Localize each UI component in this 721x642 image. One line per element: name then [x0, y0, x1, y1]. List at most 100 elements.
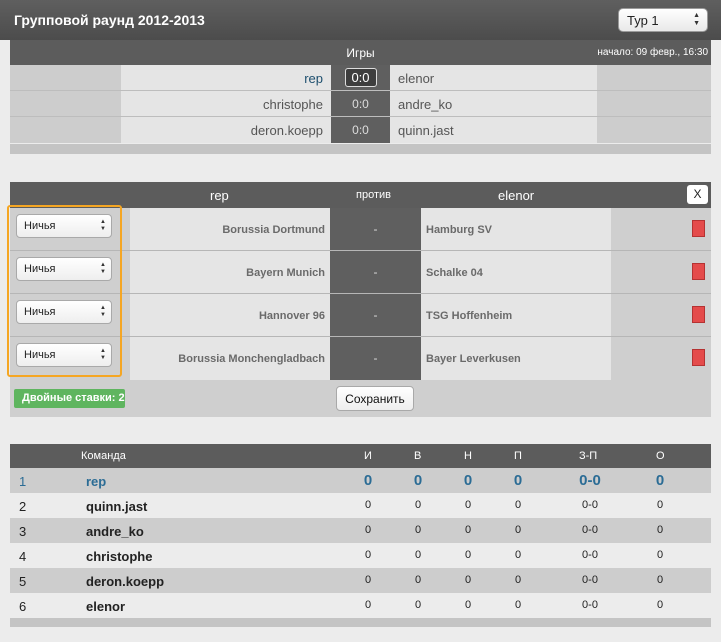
col-goals: З-П	[579, 450, 598, 462]
up-down-arrows-icon: ▲ ▼	[693, 12, 700, 27]
game-row[interactable]: deron.koepp 0:0 quinn.jast	[10, 117, 711, 143]
page-title: Групповой раунд 2012-2013	[14, 12, 205, 28]
tour-select-value: Тур 1	[627, 13, 659, 28]
won: 0	[414, 524, 422, 536]
played: 0	[364, 549, 372, 561]
game-score: 0:0	[331, 117, 390, 143]
tour-select[interactable]: Тур 1 ▲ ▼	[618, 8, 708, 32]
bet-away-team: Hamburg SV	[421, 208, 611, 251]
rank: 6	[19, 599, 27, 614]
draw: 0	[464, 599, 472, 611]
game-row-right-cell	[597, 91, 711, 117]
game-home-player: christophe	[121, 91, 331, 117]
goals: 0-0	[579, 472, 601, 489]
bet-away-team: TSG Hoffenheim	[421, 294, 611, 337]
team-name[interactable]: rep	[86, 474, 106, 489]
save-button[interactable]: Сохранить	[336, 386, 414, 411]
goals: 0-0	[582, 524, 598, 536]
rank: 5	[19, 574, 27, 589]
goals: 0-0	[582, 574, 598, 586]
col-points: О	[656, 450, 665, 462]
table-row[interactable]: 5 deron.koepp 0 0 0 0 0-0 0	[10, 568, 711, 593]
won: 0	[414, 574, 422, 586]
game-home-player: deron.koepp	[121, 117, 331, 143]
points: 0	[656, 599, 664, 611]
bet-result: -	[330, 337, 421, 380]
red-flag-icon	[692, 263, 705, 280]
col-lost: П	[514, 450, 522, 462]
game-row-left-cell	[10, 91, 121, 117]
games-header: Игры начало: 09 февр., 16:30	[10, 40, 711, 65]
team-name[interactable]: quinn.jast	[86, 499, 147, 514]
lost: 0	[514, 574, 522, 586]
game-score: 0:0	[331, 91, 390, 117]
points: 0	[656, 524, 664, 536]
bet-choices-highlight	[7, 205, 122, 377]
lost: 0	[514, 549, 522, 561]
points: 0	[655, 472, 665, 489]
lost: 0	[514, 524, 522, 536]
game-away-player: quinn.jast	[390, 117, 597, 143]
team-name[interactable]: andre_ko	[86, 524, 144, 539]
red-flag-icon	[692, 349, 705, 366]
draw: 0	[464, 549, 472, 561]
rank: 2	[19, 499, 27, 514]
won: 0	[413, 472, 423, 489]
game-away-player: elenor	[390, 65, 597, 91]
red-flag-icon	[692, 306, 705, 323]
table-row[interactable]: 6 elenor 0 0 0 0 0-0 0	[10, 593, 711, 618]
lost: 0	[514, 599, 522, 611]
col-draw: Н	[464, 450, 472, 462]
table-row[interactable]: 4 christophe 0 0 0 0 0-0 0	[10, 543, 711, 568]
team-name[interactable]: deron.koepp	[86, 574, 164, 589]
double-bets-badge: Двойные ставки: 2	[14, 389, 125, 408]
rank: 4	[19, 549, 27, 564]
bet-home-team: Borussia Dortmund	[130, 208, 330, 251]
points: 0	[656, 549, 664, 561]
draw: 0	[463, 472, 473, 489]
game-row-right-cell	[597, 117, 711, 143]
games-start-time: начало: 09 февр., 16:30	[597, 47, 708, 58]
draw: 0	[464, 574, 472, 586]
won: 0	[414, 599, 422, 611]
game-row[interactable]: christophe 0:0 andre_ko	[10, 91, 711, 117]
played: 0	[364, 599, 372, 611]
rank: 1	[19, 474, 27, 489]
bet-result: -	[330, 208, 421, 251]
bet-home-team: Borussia Monchengladbach	[130, 337, 330, 380]
col-team: Команда	[81, 450, 126, 462]
played: 0	[364, 499, 372, 511]
game-score-cell: 0:0	[331, 65, 390, 91]
bet-home-team: Bayern Munich	[130, 251, 330, 294]
goals: 0-0	[582, 499, 598, 511]
standings-footer	[10, 618, 711, 627]
table-row[interactable]: 3 andre_ko 0 0 0 0 0-0 0	[10, 518, 711, 543]
games-footer	[10, 144, 711, 154]
bet-home-team: Hannover 96	[130, 294, 330, 337]
points: 0	[656, 499, 664, 511]
goals: 0-0	[582, 549, 598, 561]
played: 0	[363, 472, 373, 489]
team-name[interactable]: christophe	[86, 549, 152, 564]
bet-away-team: Bayer Leverkusen	[421, 337, 611, 380]
bets-home-player: rep	[210, 188, 229, 203]
lost: 0	[514, 499, 522, 511]
close-button[interactable]: X	[687, 185, 708, 204]
bet-result: -	[330, 251, 421, 294]
played: 0	[364, 574, 372, 586]
draw: 0	[464, 524, 472, 536]
lost: 0	[513, 472, 523, 489]
game-row[interactable]: rep 0:0 elenor	[10, 65, 711, 91]
red-flag-icon	[692, 220, 705, 237]
table-row[interactable]: 1 rep 0 0 0 0 0-0 0	[10, 468, 711, 493]
team-name[interactable]: elenor	[86, 599, 125, 614]
bets-vs-label: против	[356, 189, 391, 201]
bet-away-team: Schalke 04	[421, 251, 611, 294]
draw: 0	[464, 499, 472, 511]
col-won: В	[414, 450, 422, 462]
played: 0	[364, 524, 372, 536]
points: 0	[656, 574, 664, 586]
col-played: И	[364, 450, 372, 462]
won: 0	[414, 499, 422, 511]
table-row[interactable]: 2 quinn.jast 0 0 0 0 0-0 0	[10, 493, 711, 518]
